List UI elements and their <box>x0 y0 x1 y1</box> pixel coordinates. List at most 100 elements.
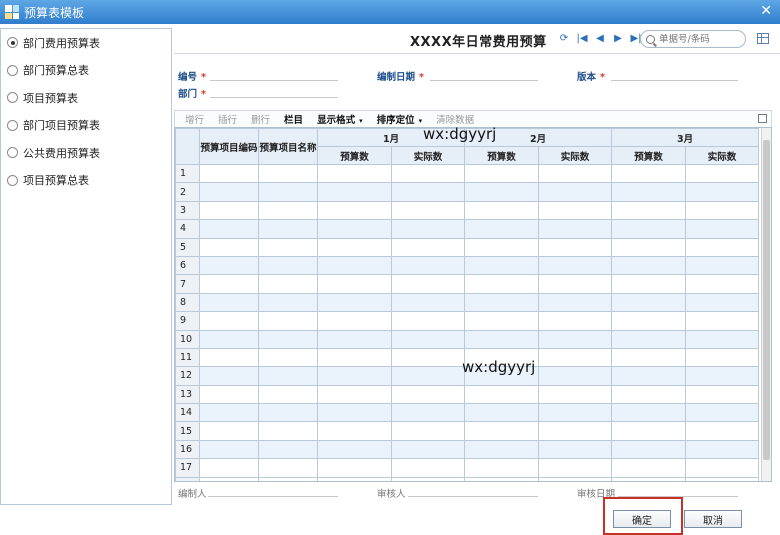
table-cell[interactable] <box>538 458 613 478</box>
table-row[interactable]: 7 <box>175 274 760 294</box>
template-item-dept-expense[interactable]: 部门费用预算表 <box>1 29 171 57</box>
table-cell[interactable] <box>317 384 393 405</box>
table-cell[interactable] <box>538 200 613 221</box>
template-item-public-expense[interactable]: 公共费用预算表 <box>1 139 171 167</box>
table-cell[interactable] <box>685 311 760 331</box>
preparer-field[interactable] <box>208 496 338 497</box>
sort-locate-menu[interactable]: 排序定位 ▾ <box>377 112 423 126</box>
table-cell[interactable] <box>391 329 466 349</box>
radio-icon[interactable] <box>7 92 18 104</box>
table-cell[interactable] <box>611 347 687 368</box>
table-cell[interactable] <box>464 255 540 276</box>
table-cell[interactable] <box>258 384 319 405</box>
template-item-dept-project[interactable]: 部门项目预算表 <box>1 112 171 140</box>
table-cell[interactable] <box>538 403 613 423</box>
column-header-budget[interactable]: 预算数 <box>611 146 687 165</box>
table-cell[interactable] <box>685 292 760 313</box>
radio-selected-icon[interactable] <box>7 37 18 49</box>
table-cell[interactable] <box>685 163 760 184</box>
table-cell[interactable] <box>258 311 319 331</box>
table-cell[interactable] <box>317 255 393 276</box>
table-cell[interactable] <box>391 292 466 313</box>
template-item-dept-summary[interactable]: 部门预算总表 <box>1 57 171 85</box>
table-cell[interactable] <box>464 458 540 478</box>
table-cell[interactable] <box>611 219 687 239</box>
table-cell[interactable] <box>685 182 760 202</box>
table-cell[interactable] <box>464 311 540 331</box>
table-cell[interactable] <box>611 366 687 386</box>
table-cell[interactable] <box>258 163 319 184</box>
table-cell[interactable] <box>199 163 260 184</box>
table-cell[interactable] <box>685 347 760 368</box>
table-cell[interactable] <box>317 311 393 331</box>
radio-icon[interactable] <box>7 119 18 131</box>
clear-data-button[interactable]: 清除数据 <box>436 112 474 126</box>
column-header-budget[interactable]: 预算数 <box>464 146 540 165</box>
table-cell[interactable] <box>199 274 260 294</box>
table-cell[interactable] <box>317 329 393 349</box>
column-header-actual[interactable]: 实际数 <box>685 146 760 165</box>
table-cell[interactable] <box>199 458 260 478</box>
display-format-menu[interactable]: 显示格式 ▾ <box>317 112 363 126</box>
table-cell[interactable] <box>611 237 687 257</box>
vertical-scrollbar[interactable] <box>761 128 771 481</box>
radio-icon[interactable] <box>7 174 18 186</box>
table-cell[interactable] <box>538 311 613 331</box>
table-cell[interactable] <box>391 366 466 386</box>
table-cell[interactable] <box>538 219 613 239</box>
table-cell[interactable] <box>538 163 613 184</box>
table-cell[interactable] <box>538 237 613 257</box>
prev-record-icon[interactable]: ◀ <box>594 33 606 45</box>
table-cell[interactable] <box>391 347 466 368</box>
table-row[interactable]: 2 <box>175 182 760 202</box>
table-cell[interactable] <box>538 182 613 202</box>
table-cell[interactable] <box>464 182 540 202</box>
table-cell[interactable] <box>685 329 760 349</box>
refresh-icon[interactable]: ⟳ <box>558 33 570 45</box>
table-cell[interactable] <box>258 292 319 313</box>
table-cell[interactable] <box>199 237 260 257</box>
insert-row-button[interactable]: 插行 <box>218 112 237 126</box>
table-cell[interactable] <box>685 403 760 423</box>
table-cell[interactable] <box>391 274 466 294</box>
table-cell[interactable] <box>391 163 466 184</box>
table-row[interactable]: 4 <box>175 219 760 239</box>
table-cell[interactable] <box>611 292 687 313</box>
table-cell[interactable] <box>464 163 540 184</box>
table-cell[interactable] <box>685 237 760 257</box>
table-cell[interactable] <box>317 347 393 368</box>
table-cell[interactable] <box>391 219 466 239</box>
table-cell[interactable] <box>464 403 540 423</box>
table-cell[interactable] <box>685 255 760 276</box>
table-row[interactable]: 17 <box>175 458 760 478</box>
table-cell[interactable] <box>317 458 393 478</box>
table-cell[interactable] <box>611 403 687 423</box>
table-cell[interactable] <box>611 458 687 478</box>
table-cell[interactable] <box>258 200 319 221</box>
table-cell[interactable] <box>199 439 260 460</box>
table-cell[interactable] <box>317 403 393 423</box>
table-cell[interactable] <box>199 200 260 221</box>
table-cell[interactable] <box>258 403 319 423</box>
column-header-budget[interactable]: 预算数 <box>317 146 393 165</box>
table-row[interactable]: 1 <box>175 163 760 184</box>
date-field[interactable] <box>430 80 538 81</box>
document-search-input[interactable] <box>659 33 745 45</box>
table-cell[interactable] <box>317 163 393 184</box>
table-cell[interactable] <box>258 366 319 386</box>
table-cell[interactable] <box>538 439 613 460</box>
table-cell[interactable] <box>199 311 260 331</box>
column-header-name[interactable]: 预算项目名称 <box>258 128 319 165</box>
table-cell[interactable] <box>258 347 319 368</box>
table-cell[interactable] <box>538 329 613 349</box>
table-cell[interactable] <box>199 403 260 423</box>
table-cell[interactable] <box>199 292 260 313</box>
table-cell[interactable] <box>391 255 466 276</box>
next-record-icon[interactable]: ▶ <box>612 33 624 45</box>
number-field[interactable] <box>210 80 338 81</box>
table-cell[interactable] <box>538 366 613 386</box>
table-cell[interactable] <box>199 384 260 405</box>
table-cell[interactable] <box>258 329 319 349</box>
table-cell[interactable] <box>317 237 393 257</box>
table-cell[interactable] <box>685 384 760 405</box>
